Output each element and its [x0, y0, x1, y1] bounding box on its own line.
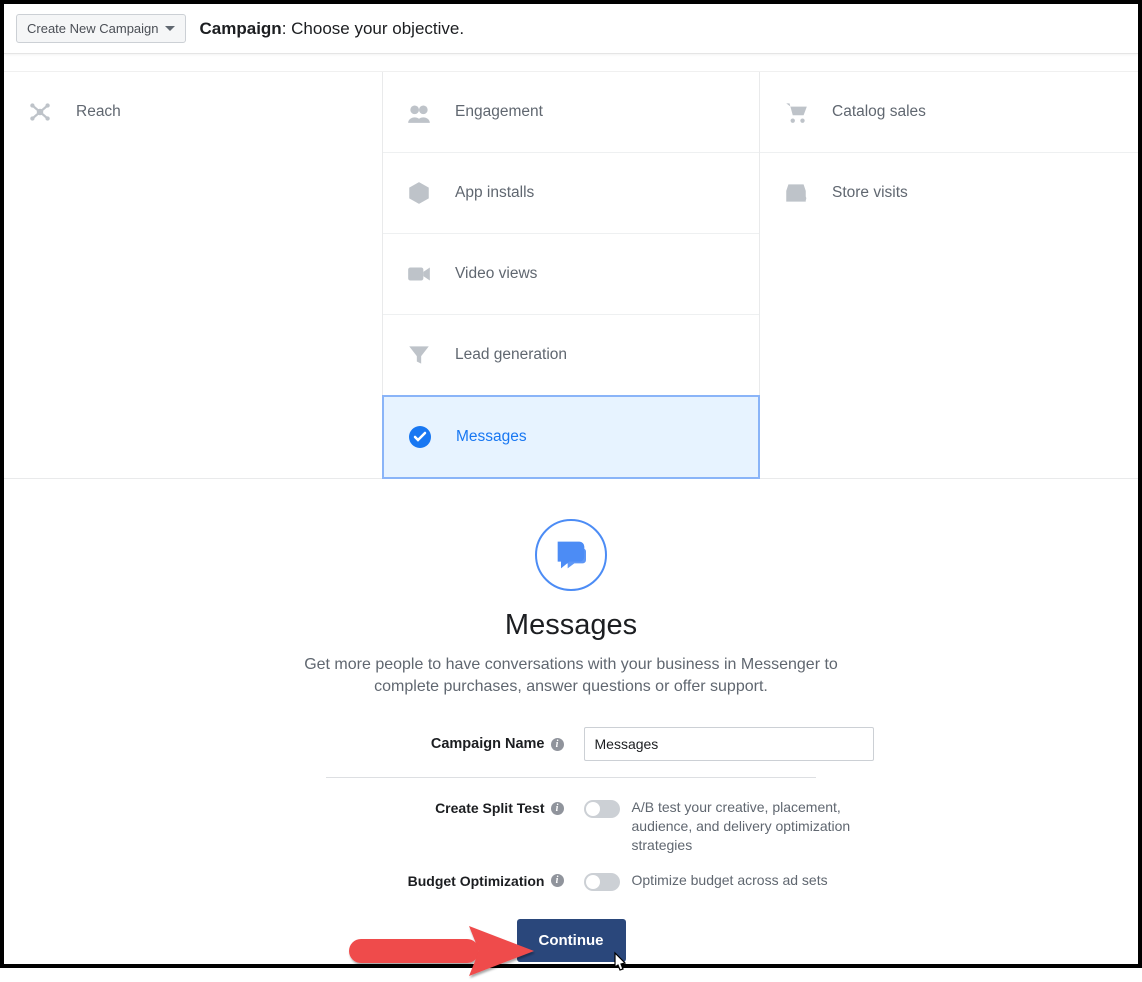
catalog-sales-icon	[782, 98, 810, 126]
campaign-name-input[interactable]	[584, 727, 874, 761]
split-test-label: Create Split Test	[435, 800, 544, 816]
column-conversion: Catalog sales Store visits	[760, 72, 1138, 478]
objective-video-views[interactable]: Video views	[383, 234, 759, 315]
engagement-icon	[405, 98, 433, 126]
video-views-icon	[405, 260, 433, 288]
column-consideration: Engagement App installs Video views Lead…	[382, 72, 760, 478]
breadcrumb: Campaign: Choose your objective.	[200, 19, 465, 39]
breadcrumb-subtitle: : Choose your objective.	[282, 19, 464, 38]
cursor-pointer-icon	[609, 951, 631, 977]
detail-title: Messages	[24, 609, 1118, 642]
split-test-description: A/B test your creative, placement, audie…	[632, 798, 874, 855]
objective-reach[interactable]: Reach	[4, 72, 382, 152]
check-circle-icon	[406, 423, 434, 451]
column-awareness: Reach	[4, 72, 382, 478]
info-icon[interactable]: i	[551, 738, 564, 751]
objective-label: Store visits	[832, 184, 908, 202]
objective-grid: Reach Engagement App installs Video view…	[4, 72, 1138, 479]
info-icon[interactable]: i	[551, 874, 564, 887]
objective-label: App installs	[455, 184, 534, 202]
budget-optimization-description: Optimize budget across ad sets	[632, 871, 828, 890]
objective-label: Catalog sales	[832, 103, 926, 121]
objective-catalog-sales[interactable]: Catalog sales	[760, 72, 1138, 153]
lead-generation-icon	[405, 341, 433, 369]
budget-optimization-toggle[interactable]	[584, 873, 620, 891]
breadcrumb-title: Campaign	[200, 19, 282, 38]
detail-description: Get more people to have conversations wi…	[281, 654, 861, 697]
objective-messages[interactable]: Messages	[382, 395, 760, 479]
info-icon[interactable]: i	[551, 802, 564, 815]
create-new-campaign-dropdown[interactable]: Create New Campaign	[16, 14, 186, 43]
objective-app-installs[interactable]: App installs	[383, 153, 759, 234]
app-installs-icon	[405, 179, 433, 207]
objective-label: Reach	[76, 103, 121, 121]
split-test-row: Create Split Test i A/B test your creati…	[24, 798, 1118, 855]
objective-label: Lead generation	[455, 346, 567, 364]
messages-big-icon	[535, 519, 607, 591]
objective-lead-generation[interactable]: Lead generation	[383, 315, 759, 396]
objective-label: Video views	[455, 265, 537, 283]
store-visits-icon	[782, 179, 810, 207]
header-bar: Create New Campaign Campaign: Choose you…	[4, 4, 1138, 54]
objective-detail-panel: Messages Get more people to have convers…	[4, 479, 1138, 982]
objective-store-visits[interactable]: Store visits	[760, 153, 1138, 233]
reach-icon	[26, 98, 54, 126]
split-test-toggle[interactable]	[584, 800, 620, 818]
annotation-arrow-icon	[339, 921, 539, 981]
campaign-name-label: Campaign Name i	[269, 736, 564, 752]
budget-optimization-row: Budget Optimization i Optimize budget ac…	[24, 871, 1118, 891]
budget-optimization-label: Budget Optimization	[408, 873, 545, 889]
campaign-name-row: Campaign Name i	[24, 727, 1118, 761]
objective-label: Messages	[456, 428, 527, 446]
divider	[326, 777, 816, 778]
dropdown-label: Create New Campaign	[27, 21, 159, 36]
objective-engagement[interactable]: Engagement	[383, 72, 759, 153]
objective-label: Engagement	[455, 103, 543, 121]
chevron-down-icon	[165, 26, 175, 31]
